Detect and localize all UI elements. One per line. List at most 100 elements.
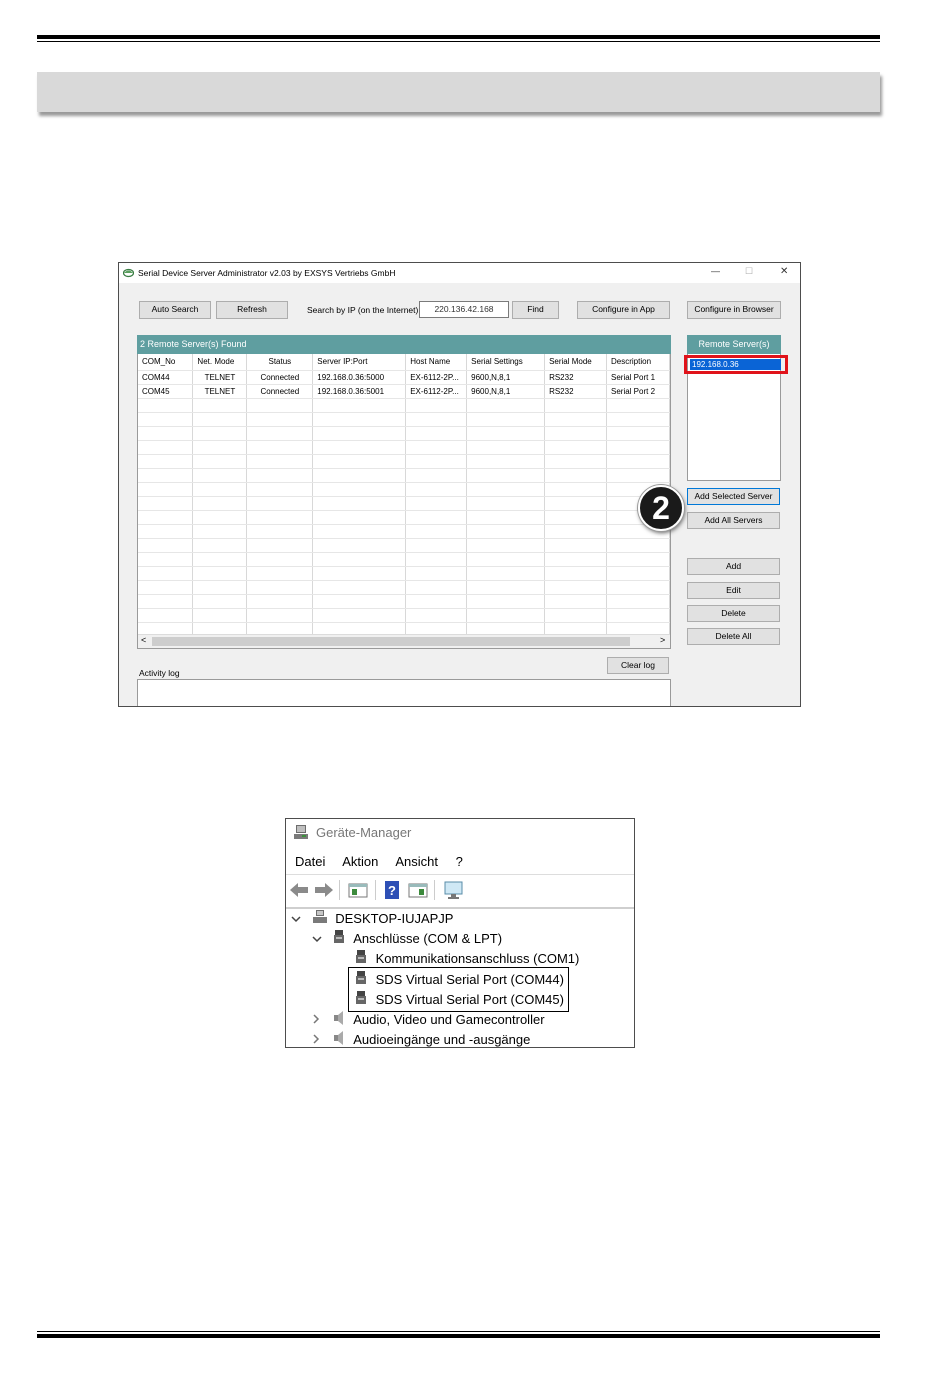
empty-cell (246, 454, 314, 469)
tree-category-audio-video[interactable]: Audio, Video und Gamecontroller (312, 1010, 545, 1030)
minimize-icon[interactable]: — (711, 266, 720, 276)
col-header[interactable]: Status (246, 354, 314, 371)
add-selected-server-button[interactable]: Add Selected Server (687, 488, 780, 505)
menu-aktion[interactable]: Aktion (342, 854, 378, 869)
empty-cell (246, 580, 314, 595)
svg-text:?: ? (388, 883, 396, 898)
properties-view-icon[interactable] (348, 881, 368, 902)
auto-search-button[interactable]: Auto Search (139, 301, 211, 319)
add-all-servers-button[interactable]: Add All Servers (687, 512, 780, 529)
empty-cell (466, 440, 546, 455)
collapsed-chevron-icon[interactable] (312, 1010, 328, 1030)
empty-cell (405, 566, 468, 581)
empty-cell (192, 454, 248, 469)
back-arrow-icon[interactable] (289, 881, 309, 902)
empty-cell (606, 566, 670, 581)
search-ip-label: Search by IP (on the Internet) (307, 305, 419, 315)
empty-cell (466, 454, 546, 469)
empty-cell (405, 440, 468, 455)
scroll-right-arrow[interactable]: > (660, 635, 665, 645)
step-number: 2 (652, 490, 670, 526)
empty-cell (405, 510, 468, 525)
delete-button[interactable]: Delete (687, 605, 780, 622)
empty-cell (466, 594, 546, 609)
empty-cell (138, 608, 194, 623)
help-icon[interactable]: ? (384, 880, 400, 903)
col-header[interactable]: Description (606, 354, 670, 371)
expanded-chevron-icon[interactable] (312, 929, 328, 949)
configure-in-app-button[interactable]: Configure in App (577, 301, 670, 319)
collapsed-chevron-icon[interactable] (312, 1030, 328, 1047)
edit-button[interactable]: Edit (687, 582, 780, 599)
col-header[interactable]: Host Name (405, 354, 468, 371)
empty-row (138, 510, 670, 525)
tree-category-audio-io[interactable]: Audioeingänge und -ausgänge (312, 1030, 530, 1047)
empty-cell (138, 580, 194, 595)
empty-cell (606, 538, 670, 553)
cell-serial-mode: RS232 (544, 370, 607, 385)
computer-icon (311, 909, 329, 931)
empty-cell (138, 566, 194, 581)
tree-item-com1[interactable]: Kommunikationsanschluss (COM1) (354, 949, 579, 969)
empty-cell (544, 524, 607, 539)
maximize-icon[interactable]: ☐ (745, 266, 753, 277)
monitor-scan-icon[interactable] (443, 880, 465, 903)
empty-row (138, 426, 670, 441)
delete-all-button[interactable]: Delete All (687, 628, 780, 645)
tree-root[interactable]: DESKTOP-IUJAPJP (291, 909, 453, 929)
horizontal-scrollbar[interactable]: < > (138, 634, 670, 648)
menu-help[interactable]: ? (456, 854, 463, 869)
scroll-thumb[interactable] (152, 637, 630, 646)
empty-cell (312, 496, 407, 511)
menu-ansicht[interactable]: Ansicht (395, 854, 438, 869)
forward-arrow-icon[interactable] (314, 881, 334, 902)
empty-cell (466, 608, 546, 623)
empty-cell (192, 566, 248, 581)
speaker-icon (332, 1030, 346, 1047)
dm-toolbar: ? (286, 874, 634, 909)
empty-cell (405, 398, 468, 413)
empty-cell (544, 538, 607, 553)
empty-cell (246, 468, 314, 483)
add-button[interactable]: Add (687, 558, 780, 575)
table-row[interactable]: COM45 TELNET Connected 192.168.0.36:5001… (138, 384, 670, 399)
activity-log-area[interactable] (137, 679, 671, 706)
empty-cell (405, 608, 468, 623)
empty-cell (192, 524, 248, 539)
empty-cell (312, 454, 407, 469)
refresh-button[interactable]: Refresh (216, 301, 288, 319)
close-icon[interactable]: ✕ (780, 266, 788, 277)
details-view-icon[interactable] (408, 881, 428, 902)
cell-status: Connected (246, 370, 314, 385)
empty-cell (606, 412, 670, 427)
empty-cell (192, 412, 248, 427)
empty-cell (405, 552, 468, 567)
col-header[interactable]: Serial Settings (466, 354, 546, 371)
empty-cell (138, 524, 194, 539)
empty-cell (405, 482, 468, 497)
scroll-left-arrow[interactable]: < (141, 635, 146, 645)
col-header[interactable]: Server IP:Port (312, 354, 407, 371)
clear-log-button[interactable]: Clear log (607, 657, 669, 674)
search-ip-input[interactable]: 220.136.42.168 (419, 301, 509, 318)
empty-cell (246, 482, 314, 497)
empty-cell (138, 510, 194, 525)
dm-title-bar: Geräte-Manager (286, 819, 634, 847)
configure-in-browser-button[interactable]: Configure in Browser (687, 301, 781, 319)
bottom-rule-thick (37, 1334, 880, 1338)
col-header[interactable]: Net. Mode (192, 354, 248, 371)
expanded-chevron-icon[interactable] (291, 909, 307, 929)
table-row[interactable]: COM44 TELNET Connected 192.168.0.36:5000… (138, 370, 670, 385)
empty-cell (138, 594, 194, 609)
col-header[interactable]: Serial Mode (544, 354, 607, 371)
empty-cell (312, 524, 407, 539)
empty-cell (138, 454, 194, 469)
menu-datei[interactable]: Datei (295, 854, 325, 869)
found-header: 2 Remote Server(s) Found (137, 335, 671, 354)
empty-cell (138, 468, 194, 483)
col-header[interactable]: COM_No (138, 354, 194, 371)
tree-category-ports[interactable]: Anschlüsse (COM & LPT) (312, 929, 502, 949)
empty-cell (192, 398, 248, 413)
empty-cell (606, 426, 670, 441)
find-button[interactable]: Find (512, 301, 559, 319)
